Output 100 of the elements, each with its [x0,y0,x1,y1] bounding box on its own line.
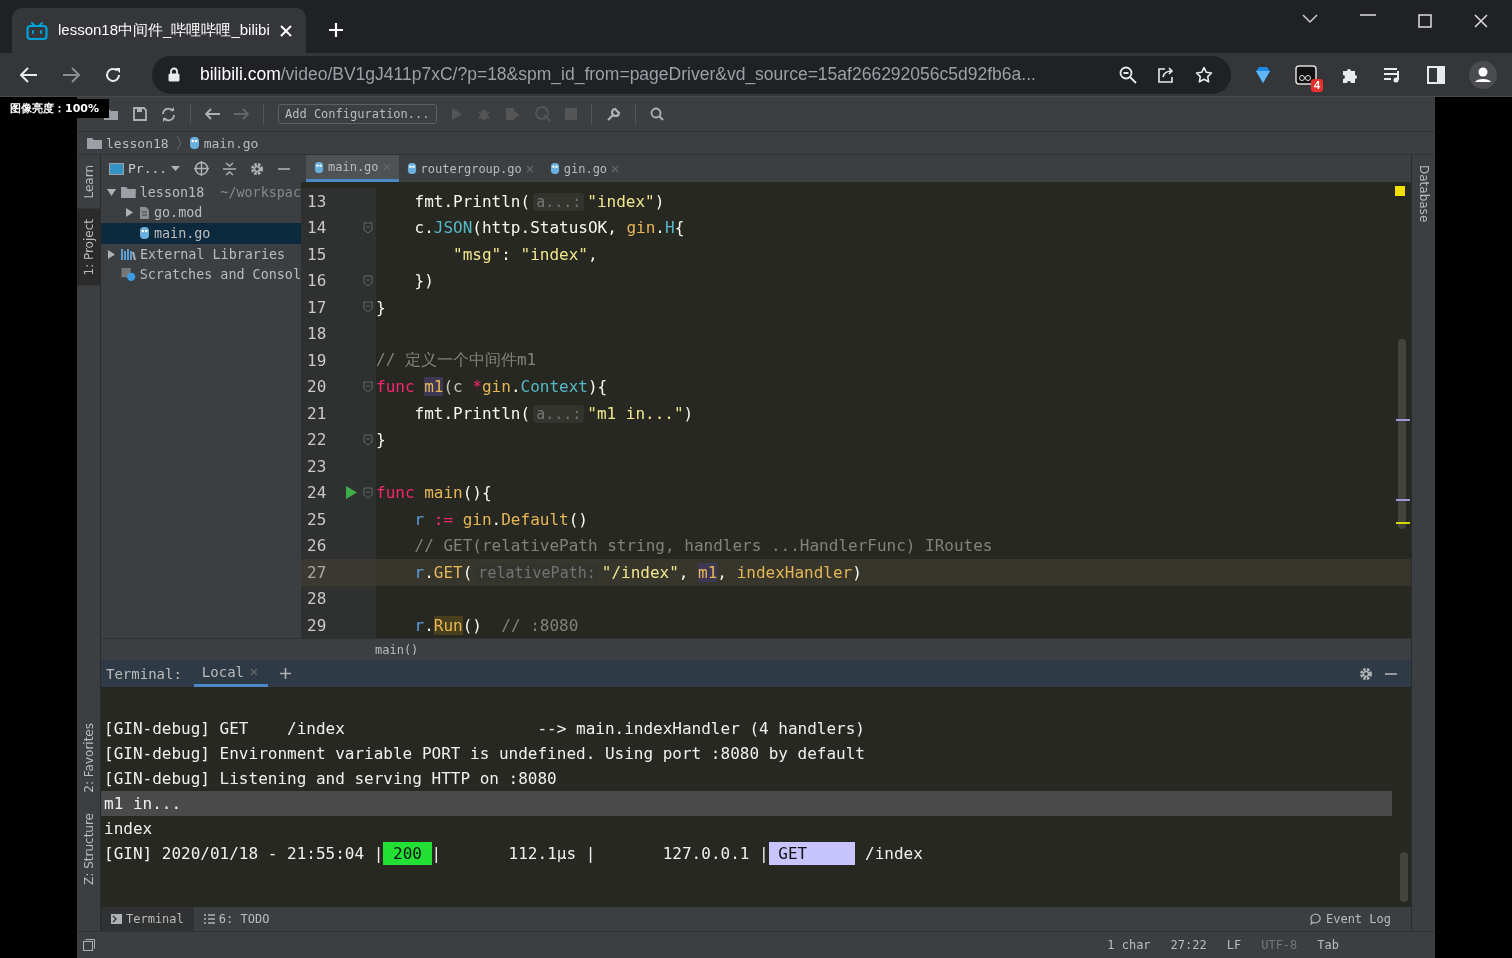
line-number: 26 [306,536,328,556]
tool-window-tab[interactable]: Learn [77,155,100,209]
chevron-down-icon[interactable] [1302,14,1318,24]
tree-item[interactable]: go.mod [101,202,301,224]
code-line: // GET(relativePath string, handlers ...HandlerFunc) IRoutes [414,536,993,556]
line-number: 28 [306,589,328,609]
zoom-out-icon[interactable] [1119,65,1137,84]
new-tab-icon[interactable] [327,22,344,39]
line-number: 16 [306,271,328,291]
line-number: 20 [306,377,328,397]
run-configuration-button[interactable]: Add Configuration... [278,104,437,124]
line-number: 22 [306,430,328,450]
star-icon[interactable] [1195,65,1213,84]
line-number: 24 [306,483,328,503]
library-icon [121,248,136,261]
code-line: r := gin.Default() [414,509,588,529]
collapsed-icon[interactable] [125,208,133,218]
gem-icon[interactable] [1255,65,1271,84]
minimize-icon[interactable] [278,167,291,170]
collapsed-icon[interactable] [107,249,115,259]
folder-icon [87,137,102,149]
back-icon[interactable] [20,66,38,83]
code-line: fmt.Println( a...: "m1 in...") [414,403,694,423]
scrollbar[interactable] [1398,339,1406,529]
expanded-icon[interactable] [106,188,116,196]
tree-item[interactable]: Scratches and Consol [101,264,301,285]
line-number: 18 [306,324,328,344]
save-icon[interactable] [133,107,147,121]
caret-marker [1396,522,1410,524]
share-icon[interactable] [1157,66,1175,84]
tool-window-tab[interactable]: 2: Favorites [77,713,100,804]
target-icon[interactable] [194,161,210,176]
settings-icon[interactable] [1359,666,1373,681]
status-item[interactable]: LF [1226,938,1242,952]
project-icon [109,162,124,175]
tool-window-tab[interactable]: 1: Project [77,208,100,286]
run-icon[interactable] [345,486,357,500]
minimize-icon[interactable] [1385,672,1397,675]
panel-title[interactable]: Pr... [128,161,168,176]
terminal-text: /index [864,844,923,863]
code-line: "msg": "index", [453,244,598,264]
code-line: // 定义一个中间件m1 [376,349,537,371]
tree-item[interactable]: lesson18 ~/workspac [101,182,301,203]
breadcrumb-item[interactable]: lesson18 [106,135,169,151]
tool-window-tab[interactable]: Terminal [101,907,194,931]
breadcrumb-item[interactable]: main.go [203,135,259,151]
status-badge: 200 [383,842,432,865]
browser-tab[interactable]: lesson18中间件_哔哩哔哩_bilibi [12,8,306,54]
terminal-icon [111,914,122,924]
line-number: 25 [306,509,328,529]
code-line: r.Run() // :8080 [414,615,579,635]
code-line: }) [414,271,434,291]
scrollbar[interactable] [1400,852,1408,902]
usage-marker [1396,499,1410,501]
status-item[interactable]: Tab [1317,938,1339,952]
event-log-button[interactable]: Event Log [1299,907,1401,931]
line-number: 15 [306,244,328,264]
line-number: 27 [306,562,328,582]
tool-window-tab[interactable]: Z: Structure [77,803,100,895]
maximize-icon[interactable] [1418,14,1432,28]
editor-tab[interactable]: main.go [306,155,399,182]
address-bar[interactable]: bilibili.com/video/BV1gJ411p7xC/?p=18&spm_id_from=pageDriver&vd_source=15af266292056c5d92fb6a... [152,55,1231,94]
tool-window-tab[interactable]: 6: TODO [193,907,280,931]
status-item[interactable]: 1 char [1107,938,1151,952]
collapse-icon[interactable] [223,161,237,176]
terminal-text: m1 in... [104,794,182,813]
tool-window-tab[interactable]: Database [1412,155,1435,233]
usage-marker [1396,419,1410,421]
code-line: } [376,430,386,450]
line-number: 14 [306,218,328,238]
warning-marker [1395,186,1405,196]
tree-item[interactable]: External Libraries [101,243,301,265]
code-line: func main(){ [376,483,492,503]
add-icon[interactable] [280,668,291,679]
line-number: 23 [306,456,328,476]
forward-icon[interactable] [62,66,80,83]
editor-tab[interactable]: gin.go [541,155,628,182]
profile-icon[interactable] [1469,60,1497,89]
status-item[interactable]: 27:22 [1170,938,1207,952]
code-line: } [376,297,386,317]
folder-icon[interactable] [103,107,119,121]
line-number: 13 [306,191,328,211]
panel-toggle-icon[interactable] [83,939,95,951]
lock-icon [168,67,180,83]
code-breadcrumb[interactable]: main() [375,642,419,657]
line-number: 29 [306,615,328,635]
gopher-file-icon [549,162,560,175]
terminal-text: | 112.1µs | 127.0.0.1 | [431,844,769,863]
settings-icon[interactable] [250,161,265,176]
side-panel-icon[interactable] [1427,65,1445,84]
reload-icon[interactable] [104,65,122,84]
wrench-icon[interactable] [605,106,621,122]
code-line: func m1(c *gin.Context){ [376,377,608,397]
sync-icon[interactable] [161,106,176,122]
editor-tab[interactable]: routergroup.go [398,155,542,182]
tree-item[interactable]: main.go [101,223,301,244]
dropdown-icon[interactable] [171,166,181,171]
gopher-file-icon [139,226,150,241]
search-icon[interactable] [649,107,664,121]
back-arrow-icon[interactable] [205,108,220,120]
